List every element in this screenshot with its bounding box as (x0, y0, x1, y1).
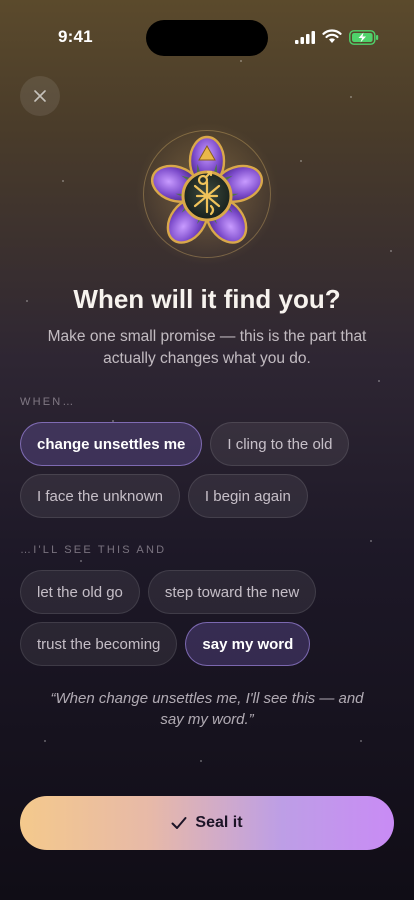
then-option-say-my-word[interactable]: say my word (185, 622, 311, 666)
seal-it-button[interactable]: Seal it (20, 796, 394, 850)
status-time: 9:41 (58, 27, 93, 46)
dynamic-island (146, 20, 268, 56)
promise-preview-quote: “When change unsettles me, I'll see this… (50, 690, 364, 728)
page-subtitle: Make one small promise — this is the par… (47, 328, 367, 367)
then-section-label: …I'LL SEE THIS AND (20, 544, 167, 556)
then-options: let the old go step toward the new trust… (20, 570, 400, 666)
when-options: change unsettles me I cling to the old I… (20, 422, 400, 518)
status-bar: 9:41 (0, 0, 414, 56)
when-option-change-unsettles-me[interactable]: change unsettles me (20, 422, 203, 466)
page-title: When will it find you? (73, 284, 341, 314)
when-option-i-cling-to-the-old[interactable]: I cling to the old (210, 422, 350, 466)
then-option-step-toward-the-new[interactable]: step toward the new (147, 570, 317, 614)
signal-icon (295, 31, 315, 44)
wifi-icon (322, 29, 342, 43)
when-section-label: WHEN… (20, 396, 76, 408)
then-option-trust-the-becoming[interactable]: trust the becoming (20, 622, 178, 666)
when-option-i-face-the-unknown[interactable]: I face the unknown (20, 474, 180, 518)
check-icon (171, 817, 187, 829)
seal-it-label: Seal it (195, 814, 243, 831)
battery-charging-icon (349, 30, 379, 45)
when-option-i-begin-again[interactable]: I begin again (187, 474, 308, 518)
close-icon (34, 90, 46, 102)
close-button[interactable] (20, 76, 60, 116)
star-flower-sigil-emblem-icon (150, 135, 264, 244)
then-option-let-the-old-go[interactable]: let the old go (20, 570, 140, 614)
